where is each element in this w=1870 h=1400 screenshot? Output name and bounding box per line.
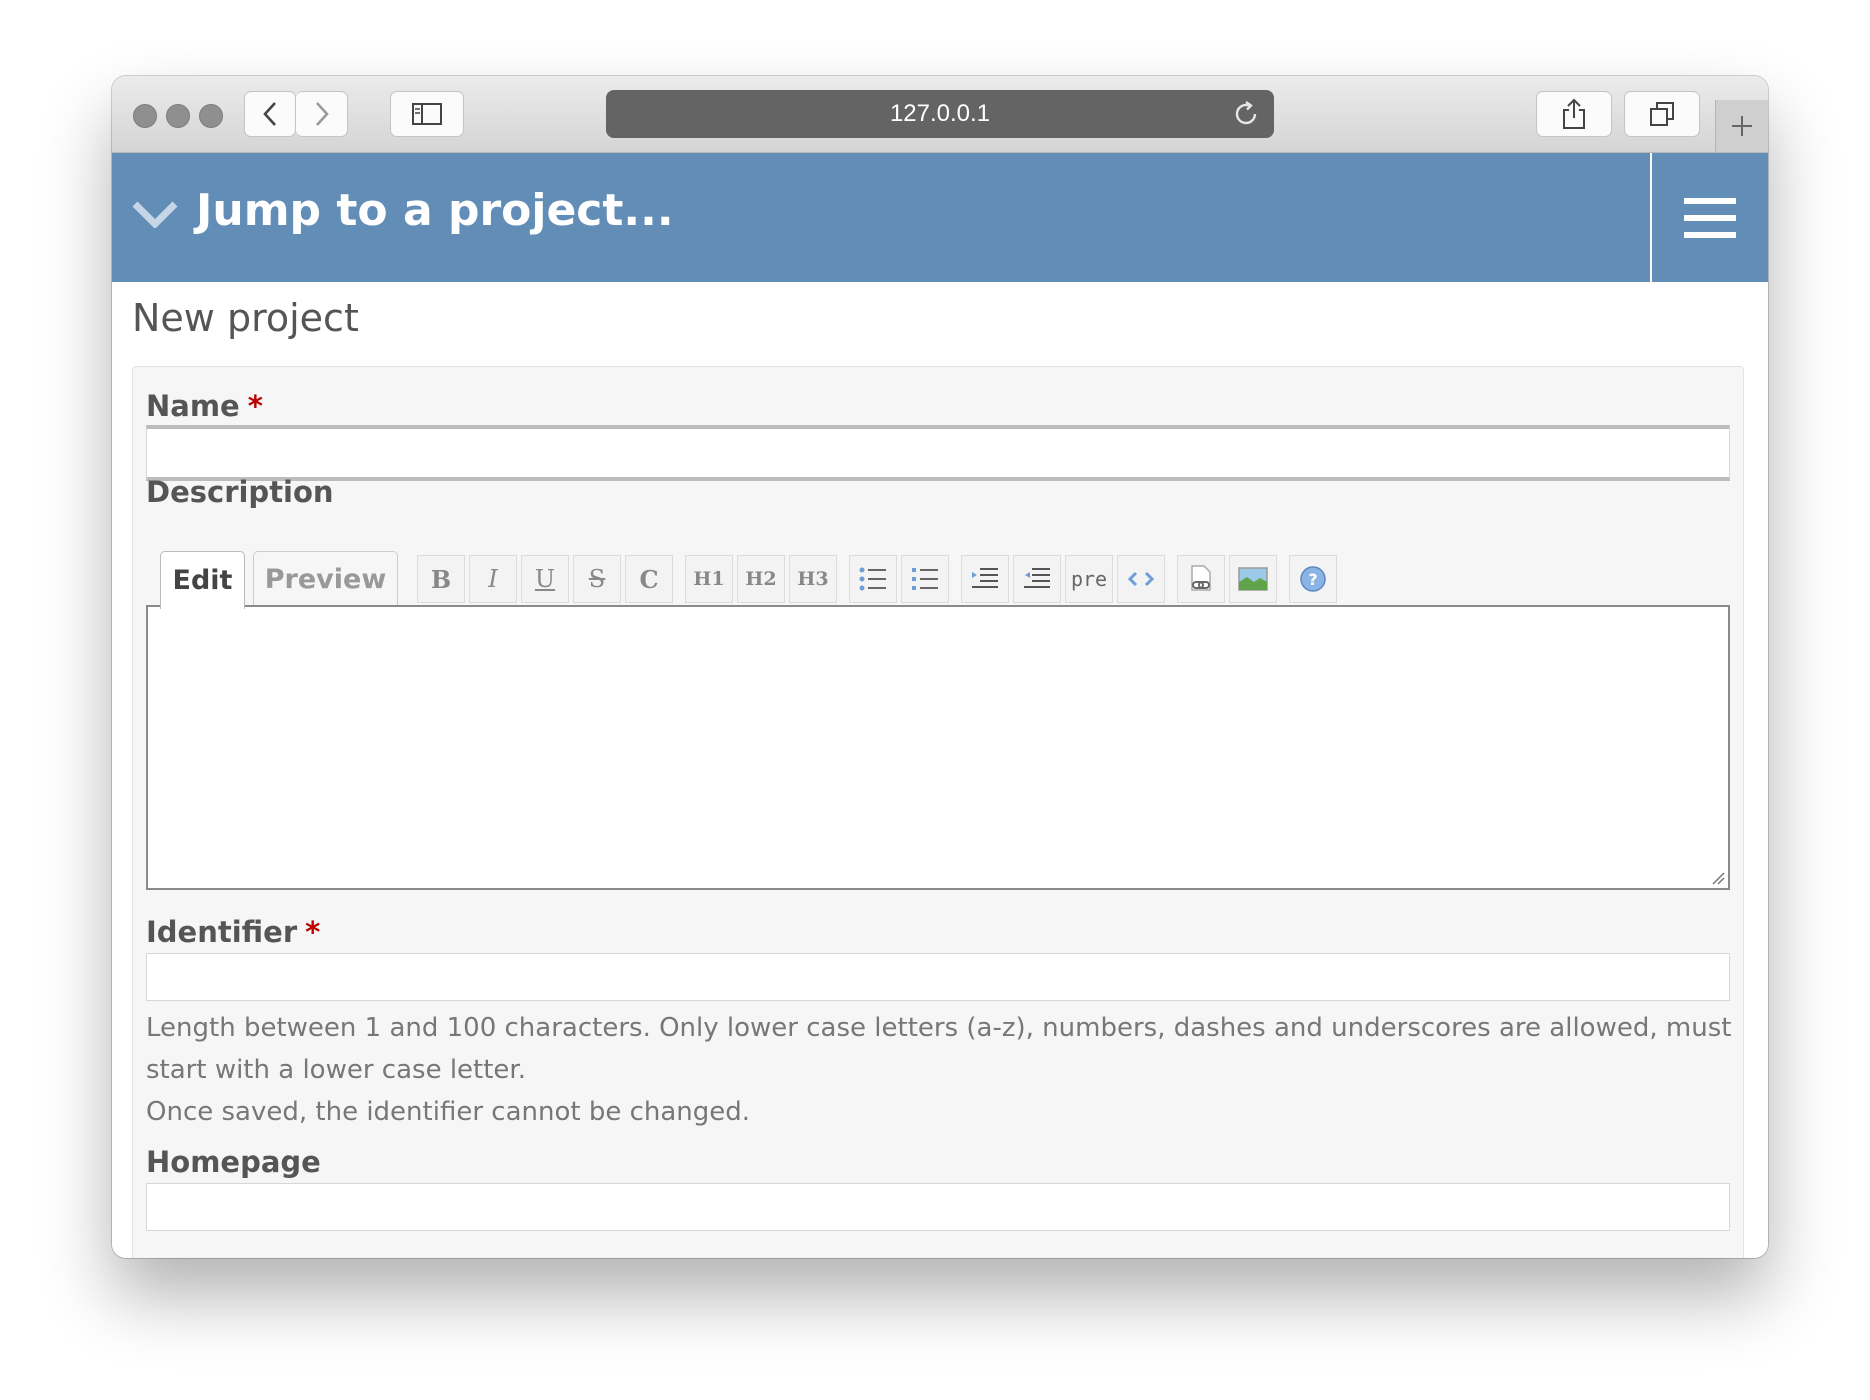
link-icon	[1191, 565, 1211, 591]
minimize-window-button[interactable]	[166, 104, 190, 128]
new-project-form: Name * Description Edit Preview B I U S C…	[132, 366, 1744, 1258]
name-label: Name *	[146, 389, 263, 423]
hamburger-menu-icon	[1684, 197, 1736, 238]
heading-3-button[interactable]: H3	[789, 555, 837, 603]
help-icon: ?	[1300, 566, 1326, 592]
reload-button[interactable]	[1232, 100, 1260, 135]
new-tab-icon	[1732, 116, 1752, 136]
identifier-hint-immutable: Once saved, the identifier cannot be cha…	[146, 1097, 751, 1127]
address-bar[interactable]: 127.0.0.1	[606, 90, 1274, 138]
bold-button[interactable]: B	[417, 555, 465, 603]
chevron-down-icon	[132, 201, 178, 228]
tab-preview[interactable]: Preview	[253, 551, 398, 607]
tab-edit[interactable]: Edit	[160, 551, 245, 609]
outdent-button[interactable]	[1013, 555, 1061, 603]
underline-button[interactable]: U	[521, 555, 569, 603]
image-icon	[1238, 567, 1268, 591]
identifier-input[interactable]	[146, 953, 1730, 1001]
identifier-hint: Length between 1 and 100 characters. Onl…	[146, 1007, 1736, 1133]
tabs-icon	[1650, 102, 1674, 126]
close-window-button[interactable]	[133, 104, 157, 128]
forward-icon	[315, 102, 329, 126]
unordered-list-icon	[859, 567, 886, 591]
inline-code-icon	[1127, 571, 1155, 587]
ordered-list-icon	[912, 568, 938, 590]
jump-to-project-label: Jump to a project...	[196, 185, 674, 236]
tabs-overview-button[interactable]	[1624, 91, 1700, 137]
indent-button[interactable]	[961, 555, 1009, 603]
sidebar-icon	[412, 103, 442, 125]
image-button[interactable]	[1229, 555, 1277, 603]
browser-titlebar: 127.0.0.1	[112, 76, 1768, 153]
italic-button[interactable]: I	[469, 555, 517, 603]
identifier-hint-rules: Length between 1 and 100 characters. Onl…	[146, 1013, 1732, 1085]
homepage-input[interactable]	[146, 1183, 1730, 1231]
inline-code-c-button[interactable]: C	[625, 555, 673, 603]
app-header: Jump to a project...	[112, 153, 1768, 282]
identifier-label: Identifier *	[146, 915, 321, 949]
share-icon	[1563, 98, 1585, 129]
description-textarea[interactable]	[146, 605, 1730, 890]
new-tab-button[interactable]	[1715, 100, 1768, 152]
project-jump-dropdown[interactable]: Jump to a project...	[132, 185, 674, 236]
heading-1-button[interactable]: H1	[685, 555, 733, 603]
reload-icon	[1235, 101, 1257, 125]
browser-window: 127.0.0.1 Jump to a project... New proje…	[112, 76, 1768, 1258]
heading-2-button[interactable]: H2	[737, 555, 785, 603]
share-button[interactable]	[1536, 91, 1612, 137]
back-button[interactable]	[244, 91, 296, 137]
forward-button[interactable]	[296, 91, 348, 137]
url-text: 127.0.0.1	[889, 100, 991, 127]
help-button[interactable]: ?	[1289, 555, 1337, 603]
strikethrough-button[interactable]: S	[573, 555, 621, 603]
back-icon	[263, 102, 276, 126]
wiki-link-button[interactable]	[1177, 555, 1225, 603]
required-marker: *	[247, 389, 263, 423]
name-input[interactable]	[146, 425, 1730, 481]
page-title: New project	[132, 296, 359, 340]
main-content: New project Name * Description Edit Previ…	[112, 282, 1768, 1258]
preformatted-button[interactable]: pre	[1065, 555, 1113, 603]
sidebar-toggle-button[interactable]	[390, 91, 464, 137]
resize-grip-icon[interactable]	[1711, 871, 1725, 885]
unordered-list-button[interactable]	[849, 555, 897, 603]
homepage-label: Homepage	[146, 1145, 321, 1179]
ordered-list-button[interactable]	[901, 555, 949, 603]
indent-icon	[972, 568, 998, 588]
zoom-window-button[interactable]	[199, 104, 223, 128]
description-label: Description	[146, 475, 334, 509]
hamburger-menu-button[interactable]	[1650, 153, 1768, 282]
required-marker: *	[305, 915, 321, 949]
outdent-icon	[1024, 568, 1050, 588]
svg-text:?: ?	[1308, 570, 1317, 589]
inline-code-button[interactable]	[1117, 555, 1165, 603]
